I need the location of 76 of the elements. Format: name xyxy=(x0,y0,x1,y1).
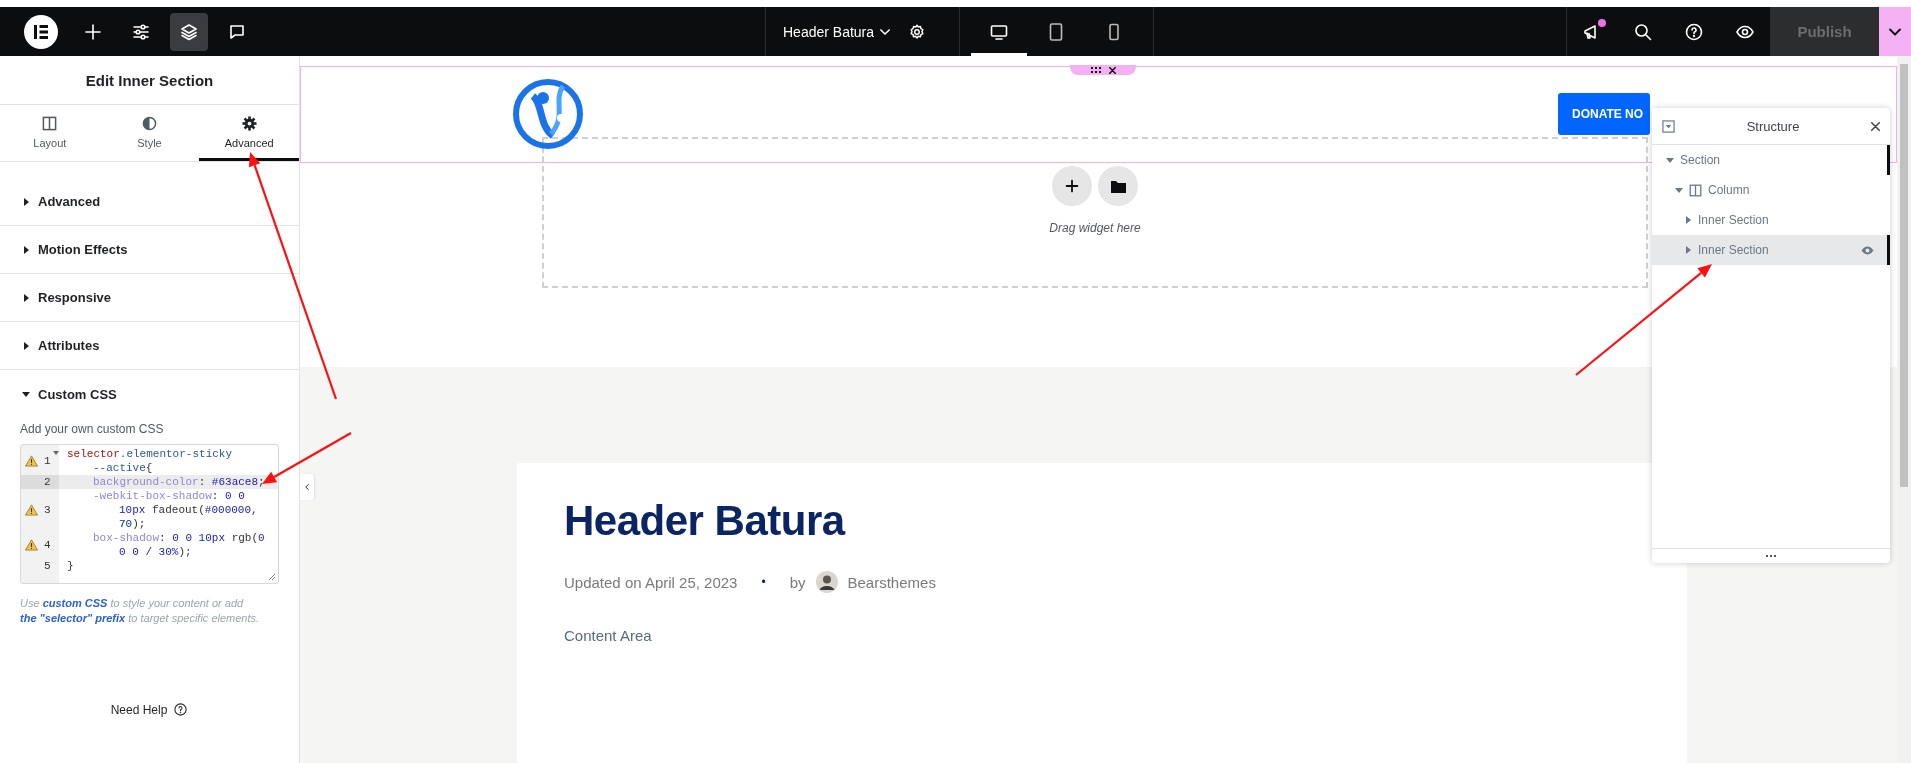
code-line: box-shadow: 0 0 10px rgb(0 0 0 / 30%); xyxy=(92,531,266,559)
folder-icon xyxy=(1110,179,1126,193)
columns-icon xyxy=(42,116,58,131)
drop-hint: Drag widget here xyxy=(1049,221,1141,235)
scrollbar[interactable] xyxy=(1897,56,1911,763)
item-label: Section xyxy=(1680,153,1722,167)
code-line: selector.elementor-sticky --active{ xyxy=(66,447,234,475)
settings-icon xyxy=(908,22,927,41)
panel-tab[interactable]: Style xyxy=(99,105,200,161)
gear-icon xyxy=(241,116,257,131)
template-library-button[interactable] xyxy=(1098,166,1138,206)
structure-item[interactable]: Inner Section xyxy=(1652,205,1890,235)
section-header[interactable]: Advanced xyxy=(0,178,299,226)
dots-icon[interactable] xyxy=(1766,554,1776,558)
item-label: Inner Section xyxy=(1698,243,1770,257)
drag-dots-icon xyxy=(1090,67,1101,73)
line-number: 2 xyxy=(44,475,51,489)
code-line: background-color: #63ace8; xyxy=(92,475,266,489)
help-link[interactable]: custom CSS xyxy=(42,597,108,609)
code-line: } xyxy=(66,559,75,573)
help-text: Use custom CSS to style your content or add the "selector" prefix to target specific elements. xyxy=(20,596,261,626)
document-title-dropdown[interactable]: Header Batura xyxy=(783,23,891,40)
panel-title: Edit Inner Section xyxy=(0,56,299,105)
section-header[interactable]: Attributes xyxy=(0,322,299,370)
line-number: 4 xyxy=(44,538,51,552)
code-line: -webkit-box-shadow: 0 0 10px fadeout(#000000, 70); xyxy=(92,489,259,531)
page-title: Header Batura xyxy=(564,497,847,545)
structure-item[interactable]: Inner Section xyxy=(1652,235,1890,265)
line-number: 3 xyxy=(44,503,51,517)
css-code-editor[interactable]: 1 selector.elementor-sticky --active{ 2 background-color: #63ace8; 3 -webkit-box-shadow: 0 0 10px fadeout(#000000, 70); 4 box-shadow: 0 0 10px rgb(0 0 0 / 30%); 5 } xyxy=(20,444,279,584)
add-widget-button[interactable] xyxy=(1052,166,1092,206)
dropdown-box-icon xyxy=(1662,119,1675,133)
separator-dot: • xyxy=(761,575,766,589)
structure-item[interactable]: Section xyxy=(1652,145,1890,175)
plus-icon xyxy=(1063,177,1081,195)
toolbar-button[interactable] xyxy=(170,12,208,51)
by-label: by xyxy=(789,573,806,591)
contrast-icon xyxy=(142,116,157,131)
section-header[interactable]: Responsive xyxy=(0,274,299,322)
panel-toggle-button[interactable] xyxy=(300,474,314,500)
line-number: 1 xyxy=(44,454,51,468)
logo-icon xyxy=(513,76,583,152)
line-number: 5 xyxy=(44,559,51,573)
item-label: Column xyxy=(1708,183,1751,197)
close-icon xyxy=(1108,66,1116,74)
section-header[interactable]: Motion Effects xyxy=(0,226,299,274)
chevron-left-icon xyxy=(304,484,310,490)
need-help-link[interactable]: Need Help xyxy=(110,702,168,717)
item-label: Inner Section xyxy=(1698,213,1770,227)
close-icon xyxy=(1871,121,1880,131)
field-label: Add your own custom CSS xyxy=(20,422,165,436)
drop-zone[interactable]: Drag widget here xyxy=(542,137,1648,288)
help-icon xyxy=(173,702,189,717)
elementor-logo-icon[interactable] xyxy=(24,14,58,49)
collapse-button[interactable] xyxy=(1662,119,1675,133)
sliders-icon xyxy=(131,21,151,42)
donate-button[interactable]: DONATE NO xyxy=(1558,93,1650,135)
resize-grip-icon[interactable] xyxy=(268,573,276,581)
columns-icon xyxy=(1689,183,1702,197)
plus-icon xyxy=(83,21,103,42)
avatar-icon xyxy=(815,571,838,593)
structure-title: Structure xyxy=(1745,118,1801,134)
section-handle[interactable] xyxy=(1070,65,1136,75)
section-header[interactable]: Custom CSS xyxy=(0,370,299,418)
fold-icon[interactable] xyxy=(53,451,59,456)
author-name[interactable]: Bearsthemes xyxy=(847,573,936,591)
content-area-text: Content Area xyxy=(564,627,653,644)
structure-item[interactable]: Column xyxy=(1652,175,1890,205)
help-link[interactable]: the "selector" prefix xyxy=(20,612,126,624)
layers-icon xyxy=(179,21,199,42)
chevron-down-icon xyxy=(880,26,891,37)
panel-tab[interactable]: Layout xyxy=(0,105,100,161)
help-icon xyxy=(1683,21,1704,42)
close-button[interactable] xyxy=(1871,121,1880,131)
updated-date: Updated on April 25, 2023 xyxy=(564,573,738,591)
search-icon xyxy=(1633,21,1654,42)
